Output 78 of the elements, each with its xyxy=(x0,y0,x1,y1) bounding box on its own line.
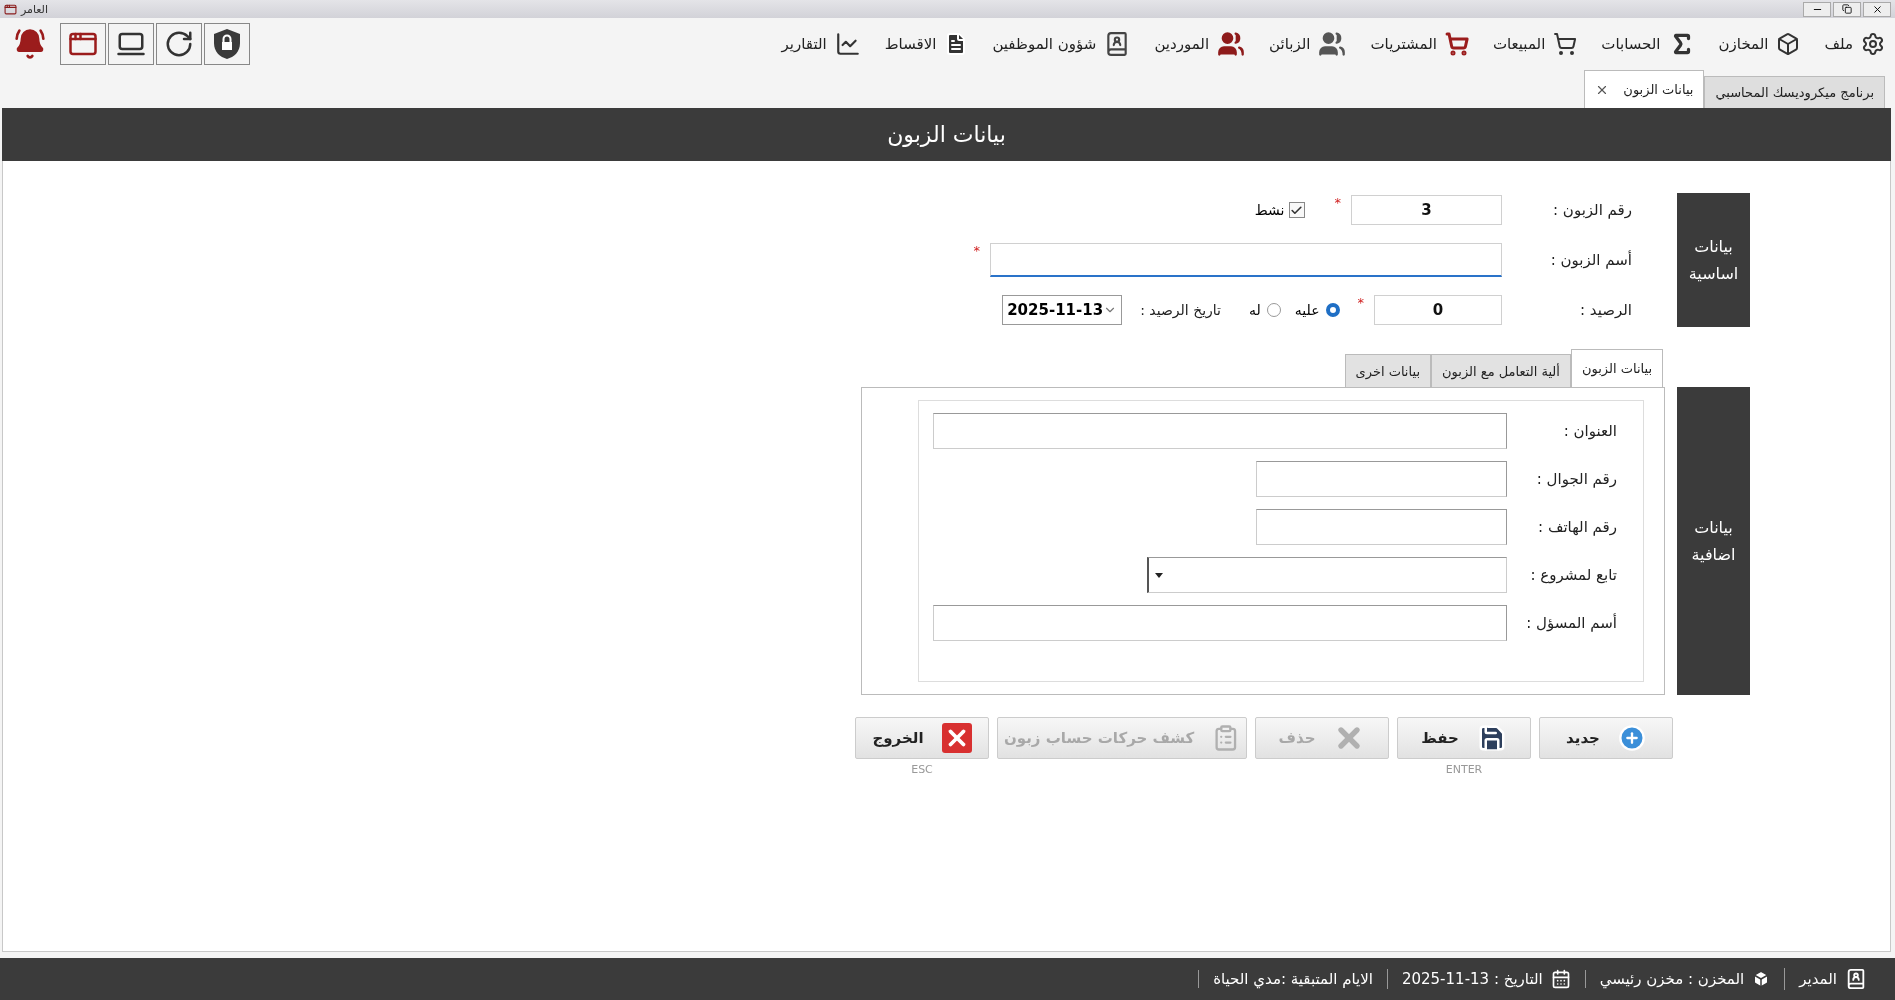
status-text: المخزن : مخزن رئيسي xyxy=(1599,970,1745,988)
customer-number-field[interactable]: 3 xyxy=(1351,195,1502,225)
input-field[interactable] xyxy=(933,413,1507,449)
close-button[interactable] xyxy=(1863,1,1891,17)
field-label: تابع لمشروع : xyxy=(1529,566,1617,584)
box-icon xyxy=(1776,32,1801,56)
app-logo-icon xyxy=(4,2,17,16)
shortcut-hint: ENTER xyxy=(1445,763,1483,776)
required-mark: * xyxy=(973,243,980,258)
balance-side-radio[interactable]: عليه xyxy=(1294,302,1340,318)
window-title: العامر xyxy=(21,2,49,16)
bell-icon xyxy=(14,28,46,60)
shield-lock-icon xyxy=(212,28,242,60)
menu-item[interactable]: الاقساط xyxy=(882,30,971,58)
section-tab[interactable]: بيانات الزبون xyxy=(1570,349,1663,387)
active-checkbox[interactable]: نشط xyxy=(1254,202,1305,218)
save-button[interactable]: حفظ xyxy=(1397,717,1531,759)
line-chart-icon xyxy=(834,31,861,57)
new-button[interactable]: جديد xyxy=(1539,717,1673,759)
field-label: أسم الزبون : xyxy=(1549,251,1632,269)
field-label: العنوان : xyxy=(1562,422,1617,440)
menu-item[interactable]: المشتريات xyxy=(1368,30,1471,58)
refresh-button[interactable] xyxy=(156,23,202,65)
customer-name-field[interactable] xyxy=(990,243,1502,277)
menu-item[interactable]: الزبائن xyxy=(1267,28,1349,60)
project-dropdown[interactable] xyxy=(1147,557,1507,593)
menu-item[interactable]: الحسابات xyxy=(1599,29,1697,59)
menu-item[interactable]: ملف xyxy=(1822,30,1887,58)
cart-icon xyxy=(1444,32,1469,56)
refresh-icon xyxy=(164,29,194,59)
balance-field[interactable]: 0 xyxy=(1374,295,1502,325)
section-label: بيانات اساسية xyxy=(1677,193,1750,327)
required-mark: * xyxy=(1334,195,1341,210)
notification-button[interactable] xyxy=(14,28,46,60)
people-group-icon xyxy=(1318,30,1347,58)
section-label: بيانات اضافية xyxy=(1677,387,1750,695)
document-tab[interactable]: بيانات الزبون xyxy=(1584,70,1705,108)
document-tab[interactable]: برنامج ميكروديسك المحاسبي xyxy=(1704,76,1885,108)
section-tab[interactable]: ألية التعامل مع الزبون xyxy=(1431,354,1571,387)
field-label: رقم الجوال : xyxy=(1535,470,1617,488)
restore-button[interactable] xyxy=(1833,1,1861,17)
cart-icon xyxy=(1553,32,1578,56)
restore-icon xyxy=(1842,4,1852,14)
field-label: رقم الهاتف : xyxy=(1537,518,1617,536)
status-text: الايام المتبقية :مدي الحياة xyxy=(1213,970,1373,988)
close-icon xyxy=(941,723,972,753)
close-icon xyxy=(1871,3,1883,15)
dropdown-arrow-icon xyxy=(1155,572,1163,578)
status-text: التاريخ : 13-11-2025 xyxy=(1401,970,1543,988)
exit-button[interactable]: الخروج xyxy=(855,717,989,759)
date-picker[interactable]: 2025-11-13 xyxy=(1002,295,1123,325)
lock-button[interactable] xyxy=(204,23,250,65)
field-label: رقم الزبون : xyxy=(1552,201,1632,219)
shortcut-hint: ESC xyxy=(911,763,933,776)
close-window-button[interactable] xyxy=(60,23,106,65)
check-icon xyxy=(1290,203,1303,217)
field-label: الرصيد : xyxy=(1579,301,1632,319)
menu-item[interactable]: التقارير xyxy=(779,29,863,59)
input-field[interactable] xyxy=(933,605,1507,641)
plus-icon xyxy=(1617,724,1646,752)
calendar-icon xyxy=(1550,969,1571,989)
section-tab[interactable]: بيانات اخرى xyxy=(1344,354,1431,387)
settings-icon xyxy=(1861,32,1885,56)
laptop-unlock-button[interactable] xyxy=(108,23,154,65)
input-field[interactable] xyxy=(1256,509,1507,545)
balance-side-radio[interactable]: له xyxy=(1249,302,1281,318)
menu-item[interactable]: المبيعات xyxy=(1490,30,1580,58)
menu-item[interactable]: الموردين xyxy=(1152,28,1248,60)
status-text: المدير xyxy=(1799,970,1837,988)
people-group-icon xyxy=(1217,30,1246,58)
menu-item[interactable]: شؤون الموظفين xyxy=(990,29,1133,59)
input-field[interactable] xyxy=(1256,461,1507,497)
menu-item[interactable]: المخازن xyxy=(1716,30,1803,58)
user-icon xyxy=(1845,968,1867,990)
required-mark: * xyxy=(1357,295,1364,310)
page-title: بيانات الزبون xyxy=(887,122,1006,147)
field-label: أسم المسؤل : xyxy=(1525,614,1617,632)
field-label: تاريخ الرصيد : xyxy=(1140,302,1221,318)
